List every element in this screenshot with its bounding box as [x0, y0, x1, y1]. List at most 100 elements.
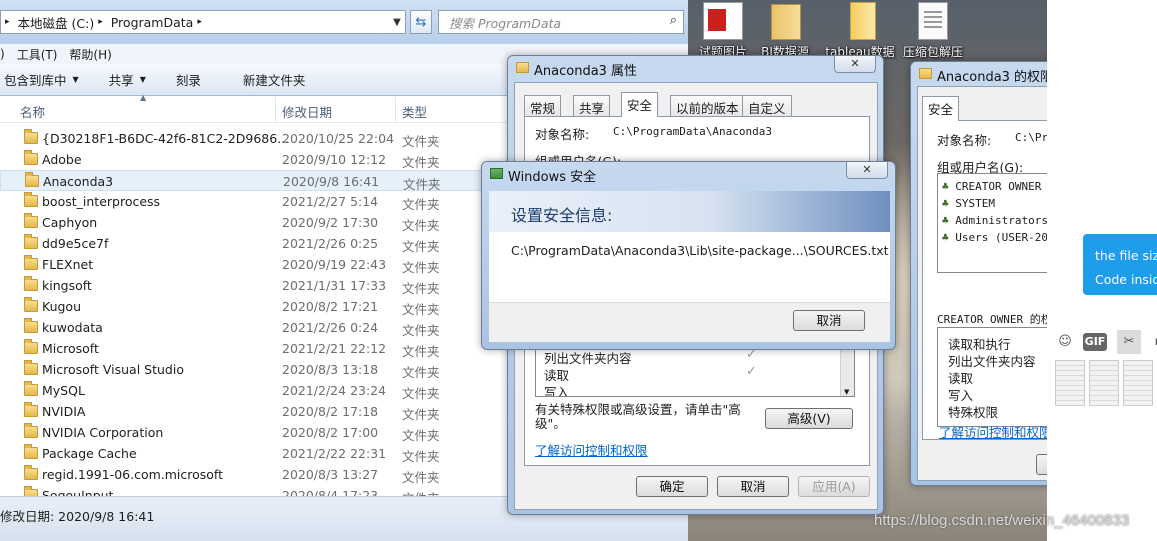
file-name: boost_interprocess — [42, 194, 161, 209]
chevron-right-icon[interactable]: ▸ — [5, 17, 10, 27]
file-type: 文件夹 — [402, 218, 440, 233]
file-type: 文件夹 — [402, 302, 440, 317]
file-date: 2020/8/3 13:27 — [282, 467, 379, 482]
column-divider[interactable] — [395, 97, 396, 123]
include-library-button[interactable]: 包含到库中 ▼ — [4, 70, 79, 89]
advanced-button[interactable]: 高级(V) — [765, 408, 853, 429]
chat-message-bubble[interactable]: the file size Code insid — [1083, 234, 1157, 295]
breadcrumb-drive[interactable]: 本地磁盘 (C:) — [18, 13, 95, 32]
user-item[interactable]: ♣ Administrators — [942, 212, 1048, 229]
cancel-button[interactable]: 取消 — [793, 310, 865, 331]
file-name: kuwodata — [42, 320, 103, 335]
new-folder-button[interactable]: 新建文件夹 — [243, 70, 306, 89]
user-items: ♣ CREATOR OWNER ♣ SYSTEM ♣ Administrator… — [942, 178, 1048, 246]
security-shield-icon — [490, 168, 503, 179]
cancel-button[interactable]: 取消 — [717, 476, 789, 497]
column-divider[interactable] — [275, 97, 276, 123]
tab-security[interactable]: 安全 — [621, 92, 659, 117]
thumbnail[interactable] — [1123, 360, 1153, 406]
chat-line: the file size — [1095, 248, 1157, 263]
file-type: 文件夹 — [402, 428, 440, 443]
desktop-icon-unzip[interactable]: 压缩包解压 — [900, 0, 966, 60]
tab-share[interactable]: 共享 — [573, 95, 611, 116]
perm-item: 写入 — [544, 385, 570, 397]
folder-icon — [24, 465, 38, 480]
dialog-title: Anaconda3 属性 — [534, 64, 638, 79]
banner-heading: 设置安全信息: — [511, 206, 613, 225]
windows-security-dialog: Windows 安全 ✕ 设置安全信息: C:\ProgramData\Anac… — [481, 161, 896, 350]
chat-toolbar: ☺ GIF ✂ ▪ — [1053, 330, 1157, 356]
scroll-down-icon[interactable]: ▼ — [844, 388, 849, 396]
file-name: Kugou — [42, 299, 82, 314]
scissors-icon[interactable]: ✂ — [1117, 330, 1141, 354]
tab-previous-versions[interactable]: 以前的版本 — [670, 95, 745, 116]
access-control-link[interactable]: 了解访问控制和权限 — [535, 440, 648, 459]
address-bar-area: ▸ 本地磁盘 (C:) ▸ ProgramData ▸ ▼ ⇆ 搜索 Progr… — [0, 0, 688, 44]
search-icon[interactable]: ⌕ — [670, 13, 677, 28]
user-item[interactable]: ♣ Users (USER-20 — [942, 229, 1048, 246]
check-icon: ✓ — [746, 364, 757, 379]
file-date: 2020/8/4 17:23 — [282, 488, 379, 496]
column-type[interactable]: 类型 — [402, 102, 427, 121]
screenshot-thumbnails — [1055, 360, 1157, 406]
thumbnail[interactable] — [1055, 360, 1085, 406]
folder-icon — [919, 68, 932, 79]
file-date: 2021/2/21 22:12 — [282, 341, 387, 356]
breadcrumb-programdata[interactable]: ProgramData — [111, 15, 194, 30]
folder-icon — [24, 213, 38, 228]
folder-icon — [24, 486, 38, 496]
file-name: Caphyon — [42, 215, 98, 230]
desktop-icon-exam-images[interactable]: 试题图片 — [690, 0, 756, 60]
search-input[interactable]: 搜索 ProgramData ⌕ — [438, 10, 684, 34]
permissions-dialog: Anaconda3 的权限 安全 对象名称: C:\Pr 组或用户名(G): ♣… — [910, 61, 1157, 486]
gif-icon[interactable]: GIF — [1083, 333, 1107, 351]
user-item[interactable]: ♣ SYSTEM — [942, 195, 1048, 212]
access-control-link[interactable]: 了解访问控制和权限 — [939, 422, 1052, 441]
chevron-right-icon[interactable]: ▸ — [197, 17, 202, 27]
tab-customize[interactable]: 自定义 — [742, 95, 792, 116]
file-name: Microsoft — [42, 341, 99, 356]
close-button[interactable]: ✕ — [834, 56, 876, 73]
menu-help[interactable]: 帮助(H) — [69, 46, 111, 63]
thumbnail[interactable] — [1089, 360, 1119, 406]
folder-icon — [24, 402, 38, 417]
user-group-icon: ♣ — [942, 231, 949, 244]
caret-down-icon: ▼ — [139, 75, 146, 84]
tab-security[interactable]: 安全 — [922, 96, 960, 121]
file-name: kingsoft — [42, 278, 92, 293]
object-name-label: 对象名称: — [535, 127, 590, 142]
apply-button[interactable]: 应用(A) — [798, 476, 870, 497]
desktop-icon-tableau-data[interactable]: tableau数据 — [824, 0, 896, 60]
folder-icon — [765, 2, 805, 40]
file-date: 2020/9/2 17:30 — [282, 215, 379, 230]
scrollbar[interactable]: ▼ — [840, 346, 854, 396]
share-button[interactable]: 共享 ▼ — [109, 70, 146, 89]
refresh-button[interactable]: ⇆ — [410, 10, 432, 34]
file-date: 2020/9/8 16:41 — [283, 174, 380, 189]
sort-ascending-icon: ▲ — [140, 93, 147, 102]
perm-list[interactable]: 列出文件夹内容 读取 写入 ✓ ✓ ▼ — [535, 345, 855, 397]
desktop-icon-bi-data[interactable]: BI数据源 — [752, 0, 818, 60]
column-name[interactable]: 名称 — [20, 102, 45, 121]
file-name: SogouInput — [42, 488, 114, 496]
tab-general[interactable]: 常规 — [524, 95, 562, 116]
column-date[interactable]: 修改日期 — [282, 102, 332, 121]
file-type: 文件夹 — [402, 155, 440, 170]
file-name: regid.1991-06.com.microsoft — [42, 467, 224, 482]
ok-button[interactable]: 确定 — [636, 476, 708, 497]
burn-button[interactable]: 刻录 — [176, 70, 201, 89]
file-type: 文件夹 — [402, 134, 440, 149]
close-button[interactable]: ✕ — [846, 162, 888, 179]
emoji-icon[interactable]: ☺ — [1053, 330, 1077, 354]
dialog-title: Anaconda3 的权限 — [937, 70, 1054, 85]
file-name: Microsoft Visual Studio — [42, 362, 184, 377]
more-icon[interactable]: ▪ — [1147, 330, 1157, 354]
file-name: Package Cache — [42, 446, 137, 461]
folder-icon — [24, 423, 38, 438]
address-bar[interactable]: ▸ 本地磁盘 (C:) ▸ ProgramData ▸ — [0, 10, 406, 34]
chevron-right-icon[interactable]: ▸ — [98, 17, 103, 27]
menu-tools[interactable]: 工具(T) — [17, 46, 58, 63]
address-dropdown-button[interactable]: ▼ — [386, 10, 408, 34]
user-item[interactable]: ♣ CREATOR OWNER — [942, 178, 1048, 195]
menu-edge-fragment[interactable]: ) — [0, 47, 5, 61]
